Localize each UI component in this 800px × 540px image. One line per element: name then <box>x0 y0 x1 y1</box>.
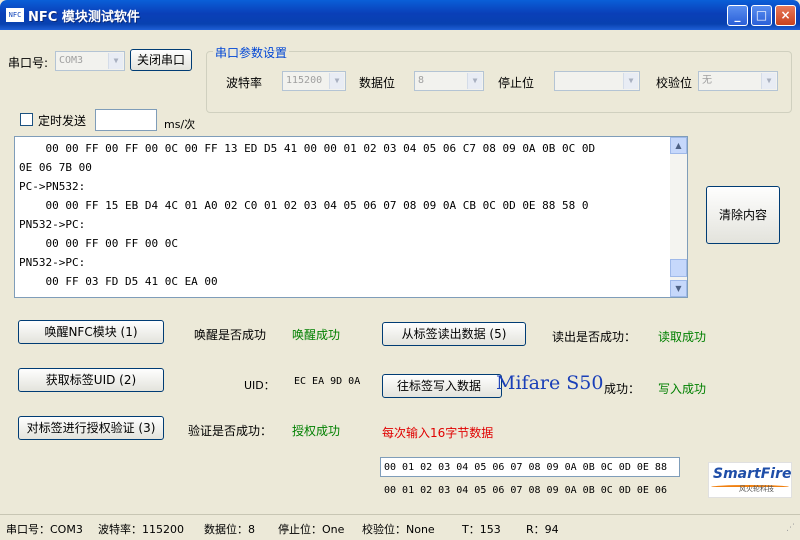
uid-value: EC EA 9D 0A <box>294 376 361 387</box>
write-data-input[interactable] <box>380 457 680 477</box>
logo-text: SmartFire <box>713 466 792 482</box>
parity-label: 校验位 <box>656 76 693 90</box>
port-select-value: COM3 <box>59 55 84 66</box>
close-port-button[interactable]: 关闭串口 <box>130 49 192 71</box>
log-line: 00 00 FF 00 FF 00 0C 00 FF 13 ED D5 41 0… <box>19 142 596 155</box>
chevron-down-icon: ▼ <box>329 73 344 89</box>
status-rx: R：94 <box>526 523 559 536</box>
port-label: 串口号: <box>8 56 49 70</box>
scroll-up-icon[interactable]: ▲ <box>670 137 687 154</box>
databits-select[interactable]: 8 ▼ <box>414 71 484 91</box>
serial-params-title: 串口参数设置 <box>213 44 290 61</box>
stopbits-label: 停止位 <box>498 76 535 90</box>
log-line: 00 FF 03 FD D5 41 0C EA 00 <box>19 275 218 288</box>
status-port: 串口号：COM3 <box>6 523 83 536</box>
minimize-icon: _ <box>734 8 741 22</box>
status-bar: 串口号：COM3 波特率：115200 数据位：8 停止位：One 校验位：No… <box>0 514 800 540</box>
baud-select-value: 115200 <box>286 75 323 86</box>
logo-subtext: 风火轮科技 <box>739 485 774 493</box>
port-select[interactable]: COM3 ▼ <box>55 51 125 71</box>
auth-status: 授权成功 <box>292 424 341 438</box>
read-status: 读取成功 <box>658 330 707 344</box>
log-line: PN532->PC: <box>19 218 86 231</box>
log-line: 00 00 FF 15 EB D4 4C 01 A0 02 C0 01 02 0… <box>19 199 589 212</box>
log-line: 00 00 FF 00 FF 00 0C <box>19 237 178 250</box>
smartfire-logo: SmartFire 风火轮科技 <box>708 462 792 498</box>
scroll-down-icon[interactable]: ▼ <box>670 280 687 297</box>
auth-result-label: 验证是否成功： <box>188 424 273 438</box>
clear-content-button[interactable]: 清除内容 <box>706 186 780 244</box>
timer-send-checkbox[interactable] <box>20 113 33 126</box>
log-scrollbar[interactable]: ▲ ▼ <box>670 137 687 297</box>
scroll-thumb[interactable] <box>670 259 687 277</box>
status-databits: 数据位：8 <box>204 523 255 536</box>
status-tx: T：153 <box>462 523 501 536</box>
wake-result-label: 唤醒是否成功 <box>194 328 267 342</box>
app-icon: NFC <box>6 8 24 22</box>
write-result-label: 成功： <box>604 382 641 396</box>
chevron-down-icon: ▼ <box>623 73 638 89</box>
read-tag-button[interactable]: 从标签读出数据 (5) <box>382 322 526 346</box>
parity-select-value: 无 <box>702 75 712 86</box>
maximize-button[interactable]: □ <box>751 5 772 26</box>
card-type-overlay: Mifare S50 <box>496 372 604 394</box>
close-window-button[interactable]: × <box>775 5 796 26</box>
timer-interval-input[interactable] <box>95 109 157 131</box>
get-uid-button[interactable]: 获取标签UID (2) <box>18 368 164 392</box>
databits-select-value: 8 <box>418 75 425 86</box>
log-line: PN532->PC: <box>19 256 86 269</box>
baud-label: 波特率 <box>226 76 263 90</box>
timer-unit-label: ms/次 <box>164 118 196 131</box>
close-icon: × <box>780 8 791 22</box>
status-stopbits: 停止位：One <box>278 523 345 536</box>
title-bar[interactable]: NFC NFC 模块测试软件 _ □ × <box>0 0 800 30</box>
resize-grip-icon[interactable]: ⋰ <box>786 523 795 533</box>
stopbits-select[interactable]: ▼ <box>554 71 640 91</box>
baud-select[interactable]: 115200 ▼ <box>282 71 346 91</box>
status-baud: 波特率：115200 <box>98 523 184 536</box>
log-line: 0E 06 7B 00 <box>19 161 92 174</box>
main-window: NFC NFC 模块测试软件 _ □ × 串口号: COM3 ▼ 关闭串口 串口… <box>0 0 800 540</box>
databits-label: 数据位 <box>359 76 396 90</box>
read-data-value: 00 01 02 03 04 05 06 07 08 09 0A 0B 0C 0… <box>384 485 667 496</box>
log-lines: 00 00 FF 00 FF 00 0C 00 FF 13 ED D5 41 0… <box>19 139 667 291</box>
window-title: NFC 模块测试软件 <box>28 10 140 25</box>
status-parity: 校验位：None <box>362 523 435 536</box>
chevron-down-icon: ▼ <box>761 73 776 89</box>
chevron-down-icon: ▼ <box>467 73 482 89</box>
minimize-button[interactable]: _ <box>727 5 748 26</box>
log-line: PC->PN532: <box>19 180 86 193</box>
write-tag-button[interactable]: 往标签写入数据 <box>382 374 502 398</box>
auth-tag-button[interactable]: 对标签进行授权验证 (3) <box>18 416 164 440</box>
wake-status: 唤醒成功 <box>292 328 341 342</box>
log-output[interactable]: 00 00 FF 00 FF 00 0C 00 FF 13 ED D5 41 0… <box>14 136 688 298</box>
timer-send-label: 定时发送 <box>38 114 87 128</box>
wake-nfc-button[interactable]: 唤醒NFC模块 (1) <box>18 320 164 344</box>
input-hint: 每次输入16字节数据 <box>382 426 494 440</box>
parity-select[interactable]: 无 ▼ <box>698 71 778 91</box>
chevron-down-icon: ▼ <box>108 53 123 69</box>
uid-label: UID： <box>244 379 275 392</box>
maximize-icon: □ <box>755 8 768 22</box>
read-result-label: 读出是否成功： <box>552 330 637 344</box>
write-status: 写入成功 <box>658 382 707 396</box>
